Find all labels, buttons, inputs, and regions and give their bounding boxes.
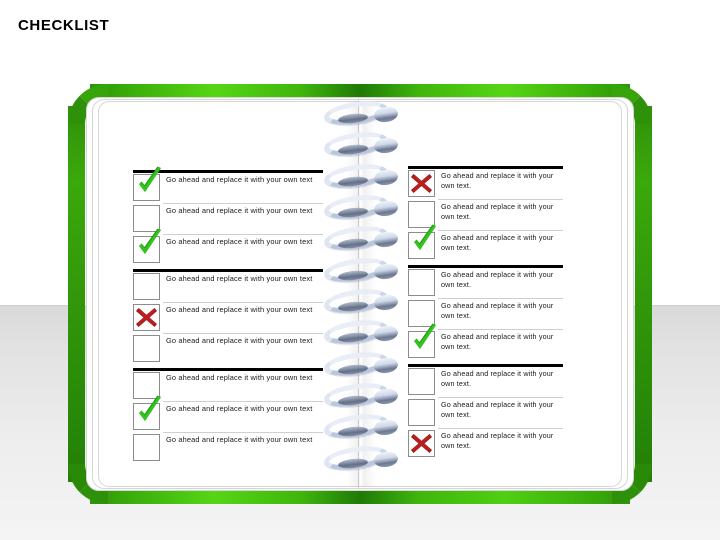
empty-checkbox-icon[interactable] bbox=[408, 300, 435, 327]
checklist-item-label: Go ahead and replace it with your own te… bbox=[441, 431, 554, 451]
spiral-ring bbox=[320, 160, 406, 192]
checklist-item[interactable]: Go ahead and replace it with your own te… bbox=[408, 323, 563, 361]
empty-checkbox-icon[interactable] bbox=[133, 372, 160, 399]
checklist-group: Go ahead and replace it with your own te… bbox=[133, 368, 323, 464]
spiral-ring bbox=[320, 191, 406, 223]
checklist-item-label: Go ahead and replace it with your own te… bbox=[166, 237, 313, 246]
checklist-item-checkbox-wrap[interactable] bbox=[408, 323, 436, 358]
checklist-item[interactable]: Go ahead and replace it with your own te… bbox=[408, 367, 563, 398]
checklist-item-label: Go ahead and replace it with your own te… bbox=[166, 305, 313, 314]
checklist-item[interactable]: Go ahead and replace it with your own te… bbox=[408, 268, 563, 299]
spiral-ring bbox=[320, 410, 406, 442]
checklist-item[interactable]: Go ahead and replace it with your own te… bbox=[133, 433, 323, 464]
notebook-graphic: Go ahead and replace it with your own te… bbox=[68, 84, 652, 504]
checklist-left-page: Go ahead and replace it with your own te… bbox=[133, 166, 323, 464]
checklist-item-checkbox-wrap[interactable] bbox=[133, 166, 161, 201]
checklist-item-checkbox-wrap[interactable] bbox=[133, 434, 160, 461]
spiral-ring bbox=[320, 222, 406, 254]
checklist-item-checkbox-wrap[interactable] bbox=[408, 269, 435, 296]
empty-checkbox-icon[interactable] bbox=[408, 399, 435, 426]
checklist-item-checkbox-wrap[interactable] bbox=[133, 335, 160, 362]
spiral-ring bbox=[320, 254, 406, 286]
spiral-binding-icon bbox=[320, 97, 412, 478]
checklist-group: Go ahead and replace it with your own te… bbox=[133, 166, 323, 266]
page-title: CHECKLIST bbox=[18, 17, 110, 34]
checklist-item-label: Go ahead and replace it with your own te… bbox=[166, 206, 313, 215]
checklist-item-checkbox-wrap[interactable] bbox=[133, 228, 161, 263]
empty-checkbox-icon[interactable] bbox=[133, 335, 160, 362]
checkbox-frame[interactable] bbox=[408, 430, 435, 457]
checklist-item[interactable]: Go ahead and replace it with your own te… bbox=[133, 303, 323, 334]
empty-checkbox-icon[interactable] bbox=[408, 201, 435, 228]
checklist-item[interactable]: Go ahead and replace it with your own te… bbox=[133, 204, 323, 235]
checklist-item[interactable]: Go ahead and replace it with your own te… bbox=[133, 371, 323, 402]
checklist-item-checkbox-wrap[interactable] bbox=[133, 372, 160, 399]
spiral-ring bbox=[320, 442, 406, 474]
checkbox-frame[interactable] bbox=[133, 304, 160, 331]
slide-canvas: CHECKLIST Go ahead and replace it with y… bbox=[0, 0, 720, 540]
checklist-item[interactable]: Go ahead and replace it with your own te… bbox=[408, 169, 563, 200]
checklist-item-checkbox-wrap[interactable] bbox=[408, 368, 435, 395]
checklist-item-label: Go ahead and replace it with your own te… bbox=[441, 301, 554, 321]
cover-right-side-band bbox=[635, 106, 652, 482]
checklist-item-label: Go ahead and replace it with your own te… bbox=[441, 270, 554, 290]
checklist-item-label: Go ahead and replace it with your own te… bbox=[166, 404, 313, 413]
checklist-item-checkbox-wrap[interactable] bbox=[133, 273, 160, 300]
checkbox-frame[interactable] bbox=[408, 331, 435, 358]
checkbox-frame[interactable] bbox=[133, 236, 160, 263]
empty-checkbox-icon[interactable] bbox=[133, 434, 160, 461]
checklist-item[interactable]: Go ahead and replace it with your own te… bbox=[133, 166, 323, 204]
checkbox-frame[interactable] bbox=[408, 170, 435, 197]
checklist-item[interactable]: Go ahead and replace it with your own te… bbox=[133, 228, 323, 266]
checklist-item-checkbox-wrap[interactable] bbox=[408, 399, 435, 426]
checklist-item[interactable]: Go ahead and replace it with your own te… bbox=[133, 395, 323, 433]
checklist-group: Go ahead and replace it with your own te… bbox=[408, 364, 563, 460]
spiral-ring bbox=[320, 128, 406, 160]
checklist-item-checkbox-wrap[interactable] bbox=[408, 224, 436, 259]
checkbox-frame[interactable] bbox=[408, 232, 435, 259]
checklist-item[interactable]: Go ahead and replace it with your own te… bbox=[408, 200, 563, 231]
checklist-group: Go ahead and replace it with your own te… bbox=[408, 265, 563, 361]
checklist-item-label: Go ahead and replace it with your own te… bbox=[166, 435, 313, 444]
checklist-item-label: Go ahead and replace it with your own te… bbox=[166, 175, 313, 184]
checklist-item-checkbox-wrap[interactable] bbox=[133, 205, 160, 232]
checklist-item[interactable]: Go ahead and replace it with your own te… bbox=[133, 334, 323, 365]
checklist-item-label: Go ahead and replace it with your own te… bbox=[166, 373, 313, 382]
checklist-group: Go ahead and replace it with your own te… bbox=[133, 269, 323, 365]
checklist-item-label: Go ahead and replace it with your own te… bbox=[166, 274, 313, 283]
checkbox-frame[interactable] bbox=[133, 403, 160, 430]
spiral-ring bbox=[320, 97, 406, 129]
checklist-item[interactable]: Go ahead and replace it with your own te… bbox=[408, 299, 563, 330]
checklist-item-checkbox-wrap[interactable] bbox=[408, 170, 435, 197]
spiral-ring bbox=[320, 348, 406, 380]
checklist-item-label: Go ahead and replace it with your own te… bbox=[441, 202, 554, 222]
checklist-item[interactable]: Go ahead and replace it with your own te… bbox=[133, 272, 323, 303]
empty-checkbox-icon[interactable] bbox=[133, 205, 160, 232]
spiral-ring bbox=[320, 316, 406, 348]
checklist-item-checkbox-wrap[interactable] bbox=[408, 201, 435, 228]
checklist-item-checkbox-wrap[interactable] bbox=[408, 430, 435, 457]
spiral-ring bbox=[320, 379, 406, 411]
checklist-right-page: Go ahead and replace it with your own te… bbox=[408, 166, 563, 460]
empty-checkbox-icon[interactable] bbox=[408, 269, 435, 296]
checklist-item-label: Go ahead and replace it with your own te… bbox=[166, 336, 313, 345]
checklist-item-checkbox-wrap[interactable] bbox=[133, 304, 160, 331]
checklist-group: Go ahead and replace it with your own te… bbox=[408, 166, 563, 262]
checklist-item-label: Go ahead and replace it with your own te… bbox=[441, 171, 554, 191]
checklist-item[interactable]: Go ahead and replace it with your own te… bbox=[408, 224, 563, 262]
cover-left-side-band bbox=[68, 106, 85, 482]
spiral-ring bbox=[320, 285, 406, 317]
checklist-item[interactable]: Go ahead and replace it with your own te… bbox=[408, 398, 563, 429]
checklist-item[interactable]: Go ahead and replace it with your own te… bbox=[408, 429, 563, 460]
empty-checkbox-icon[interactable] bbox=[133, 273, 160, 300]
checklist-item-label: Go ahead and replace it with your own te… bbox=[441, 332, 554, 352]
checklist-item-label: Go ahead and replace it with your own te… bbox=[441, 400, 554, 420]
checklist-item-checkbox-wrap[interactable] bbox=[133, 395, 161, 430]
checklist-item-checkbox-wrap[interactable] bbox=[408, 300, 435, 327]
empty-checkbox-icon[interactable] bbox=[408, 368, 435, 395]
checkbox-frame[interactable] bbox=[133, 174, 160, 201]
checklist-item-label: Go ahead and replace it with your own te… bbox=[441, 233, 554, 253]
checklist-item-label: Go ahead and replace it with your own te… bbox=[441, 369, 554, 389]
